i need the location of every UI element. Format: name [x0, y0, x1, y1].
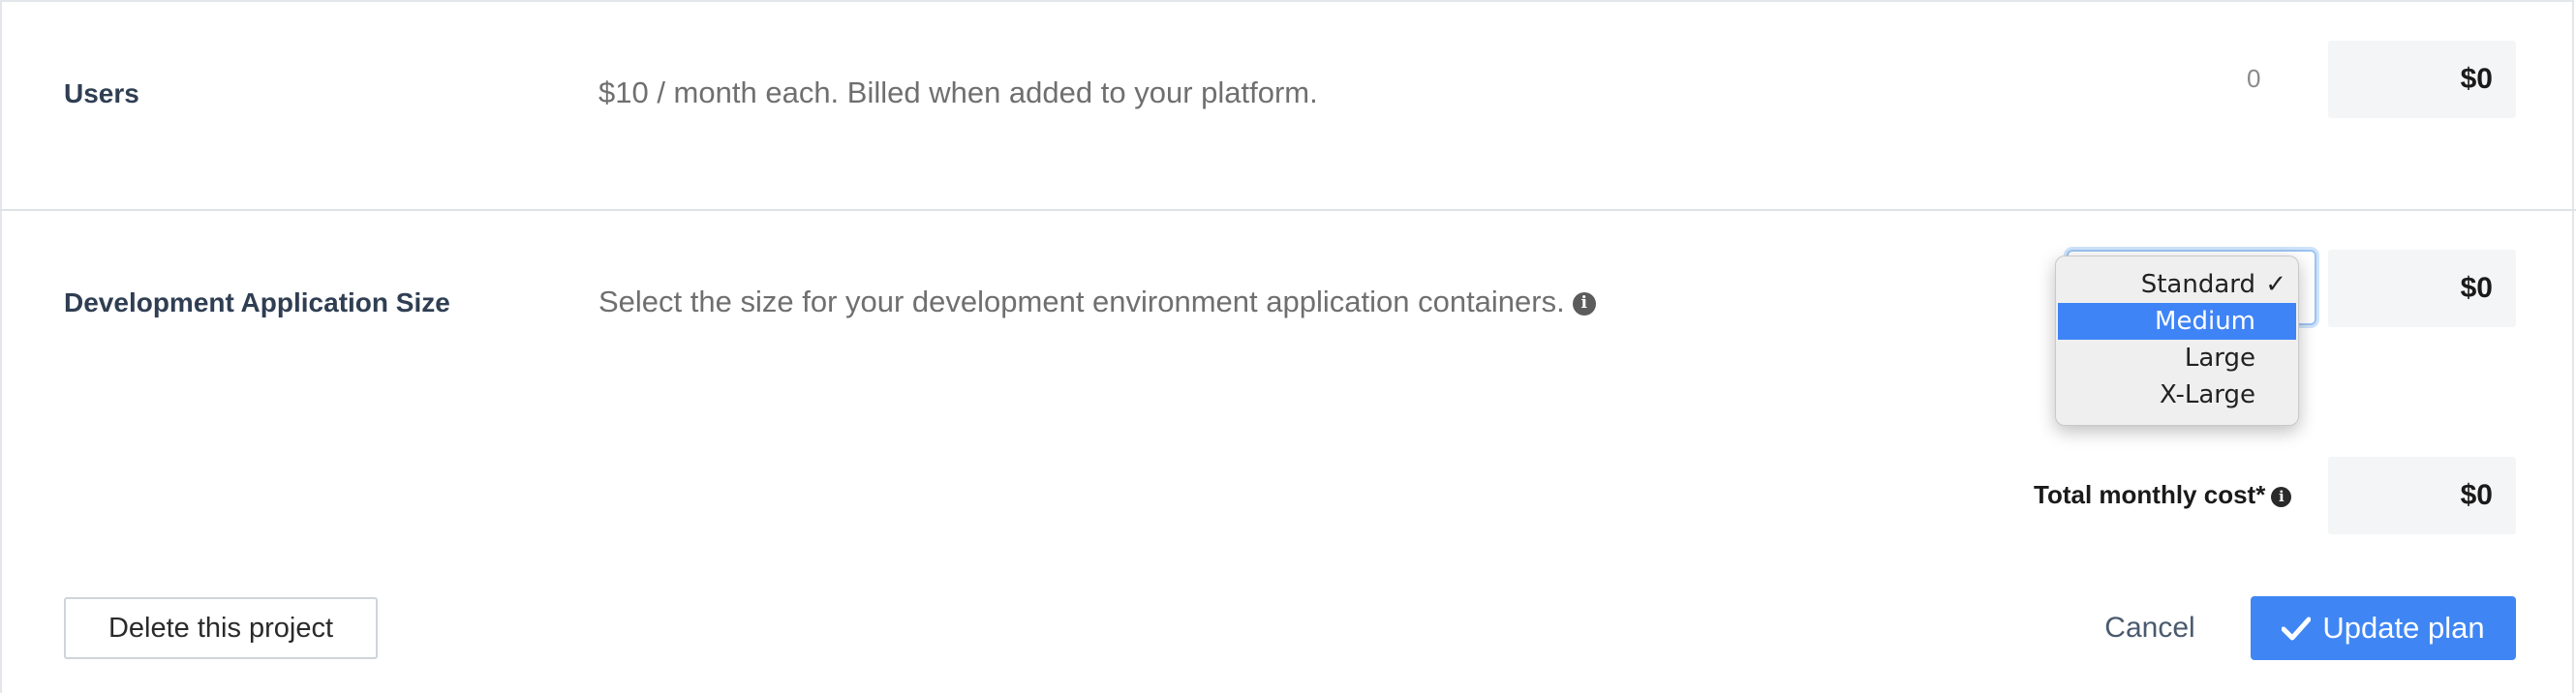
info-icon[interactable]: i — [2271, 486, 2292, 507]
users-price: $0 — [2328, 41, 2516, 118]
dropdown-option-large[interactable]: Large — [2058, 340, 2296, 377]
dropdown-option-label: Medium — [2155, 307, 2255, 336]
dev-app-size-description-text: Select the size for your development env… — [598, 285, 1565, 318]
update-plan-label: Update plan — [2322, 611, 2485, 645]
users-row-description: $10 / month each. Billed when added to y… — [598, 75, 1318, 109]
dropdown-option-medium[interactable]: Medium — [2058, 303, 2296, 340]
dropdown-option-x-large[interactable]: X-Large — [2058, 377, 2296, 413]
total-label-text: Total monthly cost* — [2034, 480, 2266, 509]
dev-app-size-price: $0 — [2328, 250, 2516, 327]
delete-project-button[interactable]: Delete this project — [64, 597, 378, 659]
dropdown-option-label: Large — [2184, 344, 2255, 373]
app-size-dropdown[interactable]: Standard ✓ Medium Large X-Large — [2055, 256, 2299, 426]
info-icon[interactable]: i — [1572, 291, 1596, 316]
cancel-button[interactable]: Cancel — [2092, 597, 2208, 659]
checkmark-icon: ✓ — [2265, 270, 2286, 299]
update-plan-button[interactable]: Update plan — [2251, 596, 2516, 660]
row-divider — [0, 209, 2576, 211]
dev-app-size-description: Select the size for your development env… — [598, 285, 1596, 319]
total-monthly-cost-label: Total monthly cost* i — [2034, 480, 2292, 510]
check-icon — [2282, 617, 2312, 641]
users-row-title: Users — [64, 78, 139, 108]
dev-app-size-title: Development Application Size — [64, 287, 450, 317]
dropdown-option-label: X-Large — [2159, 380, 2255, 409]
dropdown-option-standard[interactable]: Standard ✓ — [2058, 266, 2296, 303]
users-quantity[interactable]: 0 — [2247, 64, 2260, 94]
dropdown-option-label: Standard — [2140, 270, 2255, 299]
total-price: $0 — [2328, 457, 2516, 534]
